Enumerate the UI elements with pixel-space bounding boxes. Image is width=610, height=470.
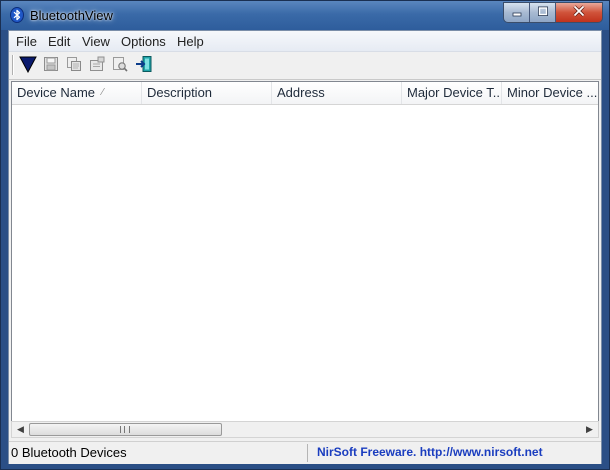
menu-edit[interactable]: Edit — [48, 34, 70, 49]
start-stop-icon — [19, 55, 37, 76]
status-bar: 0 Bluetooth Devices NirSoft Freeware. ht… — [9, 441, 601, 464]
column-header-device-name[interactable]: Device Name ⁄ — [12, 82, 142, 104]
save-button[interactable] — [41, 55, 61, 75]
device-count-status: 0 Bluetooth Devices — [11, 445, 127, 460]
maximize-button[interactable] — [530, 3, 556, 22]
save-icon — [43, 56, 59, 75]
column-header-minor-device-type[interactable]: Minor Device ... — [502, 82, 598, 104]
scroll-left-button[interactable]: ◀ — [12, 422, 29, 437]
status-divider — [307, 444, 308, 462]
maximize-icon — [537, 6, 549, 20]
menu-help[interactable]: Help — [177, 34, 204, 49]
menu-options[interactable]: Options — [121, 34, 166, 49]
column-header-major-device-type[interactable]: Major Device T... — [402, 82, 502, 104]
minimize-button[interactable] — [504, 3, 530, 22]
exit-icon — [135, 55, 153, 76]
bluetooth-icon[interactable] — [9, 7, 25, 23]
toolbar-separator — [12, 55, 14, 75]
start-stop-button[interactable] — [18, 55, 38, 75]
exit-button[interactable] — [134, 55, 154, 75]
column-header-description[interactable]: Description — [142, 82, 272, 104]
column-label-device-name: Device Name — [17, 85, 96, 100]
device-list[interactable]: Device Name ⁄ Description Address Major … — [11, 81, 599, 437]
menu-bar: File Edit View Options Help — [9, 31, 601, 52]
sort-indicator-icon: ⁄ — [102, 87, 104, 98]
copy-icon — [66, 56, 82, 75]
column-header-address[interactable]: Address — [272, 82, 402, 104]
window-title: BluetoothView — [30, 8, 113, 23]
scroll-right-button[interactable]: ▶ — [581, 422, 598, 437]
properties-icon — [89, 56, 105, 75]
properties-button[interactable] — [87, 55, 107, 75]
list-header: Device Name ⁄ Description Address Major … — [12, 82, 598, 105]
close-button[interactable] — [556, 3, 602, 22]
grip-icon — [120, 426, 130, 433]
title-bar[interactable]: BluetoothView — [1, 1, 609, 30]
horizontal-scrollbar[interactable]: ◀ ▶ — [11, 421, 599, 438]
find-button[interactable] — [110, 55, 130, 75]
menu-view[interactable]: View — [82, 34, 110, 49]
copy-button[interactable] — [64, 55, 84, 75]
close-icon — [572, 5, 586, 20]
menu-file[interactable]: File — [16, 34, 37, 49]
arrow-left-icon: ◀ — [17, 424, 24, 435]
find-icon — [112, 56, 128, 75]
toolbar — [9, 52, 601, 80]
scrollbar-thumb[interactable] — [29, 423, 222, 436]
client-area: File Edit View Options Help Device Name … — [8, 30, 602, 464]
app-window: BluetoothView File Edit View Options Hel… — [0, 0, 610, 470]
window-controls — [503, 2, 603, 23]
arrow-right-icon: ▶ — [586, 424, 593, 435]
nirsoft-link[interactable]: NirSoft Freeware. http://www.nirsoft.net — [317, 445, 543, 459]
minimize-icon — [511, 6, 523, 20]
